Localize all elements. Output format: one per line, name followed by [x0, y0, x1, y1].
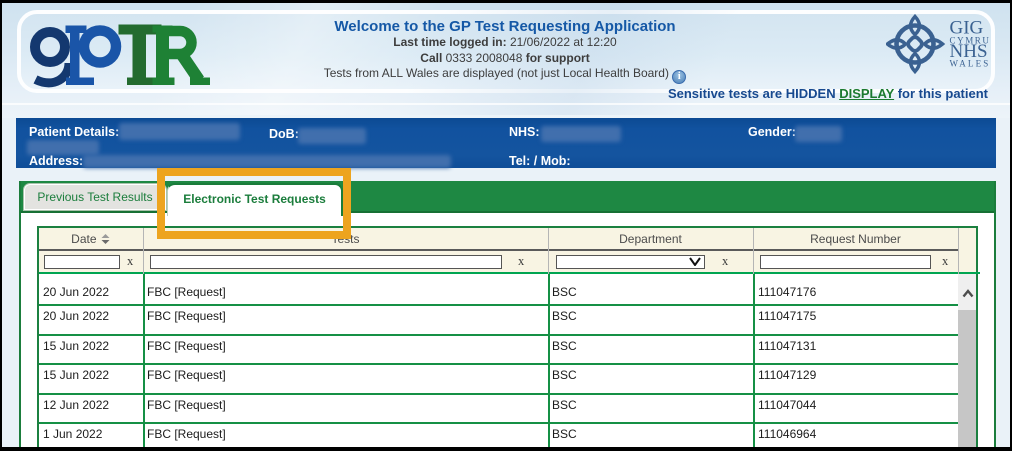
svg-text:WALES: WALES	[950, 59, 991, 69]
